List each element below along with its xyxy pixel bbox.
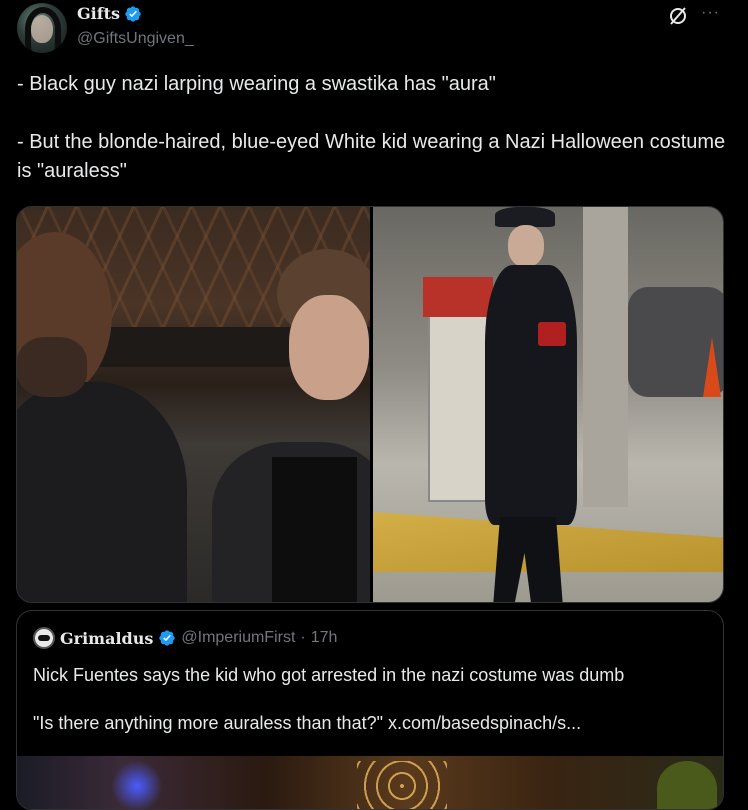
tweet-text: - Black guy nazi larping wearing a swast… [17,73,726,182]
costume-person-legs [493,517,563,602]
quoted-media-lights-left [107,756,167,809]
tweet-photo-right[interactable] [373,207,723,602]
tweet-media-grid[interactable] [16,206,724,603]
author-handle[interactable]: @GiftsUngiven_ [77,30,194,48]
quoted-separator: · [300,629,306,646]
quoted-author-display-name[interactable]: Grimaldus [60,629,153,648]
parking-kiosk [428,302,488,502]
author-display-name[interactable]: Gifts [77,4,120,23]
more-options-icon[interactable]: ··· [701,4,720,22]
verified-badge-icon[interactable] [124,5,142,23]
parking-kiosk-red [423,277,493,317]
quoted-timestamp[interactable]: 17h [311,629,338,647]
left-person-body [17,382,187,602]
left-person-beard [17,337,87,397]
costume-person-coat [485,265,577,525]
quoted-tweet-header: Grimaldus @ImperiumFirst · 17h [33,627,337,649]
author-name-row: Gifts [77,4,142,23]
grok-icon[interactable] [668,6,688,26]
quoted-tweet-media[interactable] [17,756,723,809]
quoted-media-lights-right [357,761,447,809]
quoted-tweet[interactable]: Grimaldus @ImperiumFirst · 17h Nick Fuen… [16,610,724,810]
costume-person-cap [495,207,555,227]
quoted-text-line2: "Is there anything more auraless than th… [33,713,383,733]
quoted-tweet-text: Nick Fuentes says the kid who got arrest… [33,663,709,735]
pillar [583,207,628,507]
quoted-author-handle[interactable]: @ImperiumFirst [181,629,295,647]
right-person-face [289,295,369,400]
quoted-author-avatar[interactable] [33,627,55,649]
costume-person-face [508,225,544,267]
author-avatar[interactable] [17,3,67,53]
swastika-armband [538,322,566,346]
quoted-tweet-link[interactable]: x.com/basedspinach/s... [388,713,581,733]
quoted-text-line1: Nick Fuentes says the kid who got arrest… [33,665,625,685]
tweet-photo-left[interactable] [17,207,370,602]
quoted-media-plant [657,761,717,809]
avatar-face [31,15,53,43]
right-person-shirt [272,457,357,602]
quoted-verified-badge-icon[interactable] [158,629,176,647]
